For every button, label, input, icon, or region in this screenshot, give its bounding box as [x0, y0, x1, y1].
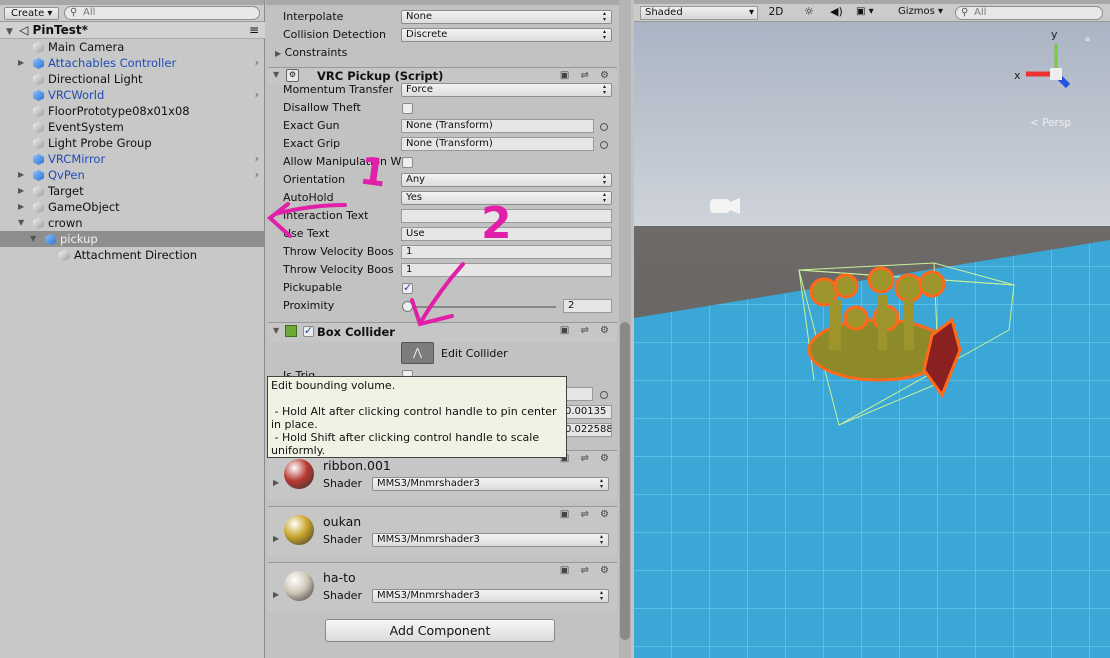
material-entry: ▶ ha-to ▣ ⇌ ⚙ Shader MMS3/Mnmrshader3 [268, 562, 617, 612]
annotation-arrows [266, 202, 465, 327]
material-preview [284, 459, 314, 489]
gizmos-label: Gizmos [898, 6, 935, 17]
material-entry: ▶ oukan ▣ ⇌ ⚙ Shader MMS3/Mnmrshader3 [268, 506, 617, 556]
material-preview [284, 571, 314, 601]
object-picker-icon[interactable] [600, 391, 608, 399]
material-preview [284, 515, 314, 545]
edit-collider-button[interactable]: ⋀ [401, 342, 434, 364]
axis-x-label: x [1014, 69, 1021, 82]
material-name: ribbon.001 [323, 458, 391, 473]
edit-collider-tooltip: Edit bounding volume. - Hold Alt after c… [267, 376, 567, 458]
size-z-field[interactable]: 0.022588 [563, 423, 612, 437]
shader-label: Shader [323, 477, 362, 490]
scene-viewport[interactable]: x y < Persp [634, 0, 1110, 658]
gizmos-dropdown[interactable]: Gizmos ▾ [898, 6, 943, 17]
search-icon: ⚲ [961, 7, 969, 18]
center-field-partial[interactable] [563, 387, 593, 401]
component-header-icons[interactable]: ▣ ⇌ ⚙ [560, 565, 613, 576]
annotation-arrow-down [410, 262, 465, 327]
persp-text: Persp [1042, 117, 1071, 129]
foldout-arrow-icon[interactable]: ▶ [273, 534, 279, 543]
edit-collider-icon: ⋀ [412, 346, 423, 359]
foldout-arrow-icon[interactable]: ▶ [273, 478, 279, 487]
material-name: oukan [323, 514, 362, 529]
audio-toggle-icon[interactable]: ◀) [830, 5, 843, 18]
search-placeholder: All [974, 7, 987, 18]
center-z-field[interactable]: 0.00135 [563, 405, 612, 419]
scene-view[interactable]: x y < Persp Shaded ▾ 2D ☼ ◀) ▣ ▾ Gizmos ▾… [634, 0, 1110, 658]
component-header-icons[interactable]: ▣ ⇌ ⚙ [560, 453, 613, 464]
lighting-toggle-icon[interactable]: ☼ [804, 5, 814, 18]
shader-dropdown[interactable]: MMS3/Mnmrshader3 [372, 533, 609, 547]
annotation-arrow-left [266, 202, 347, 238]
chevron-down-icon: ▾ [748, 7, 754, 18]
scrollbar-thumb[interactable] [620, 322, 630, 640]
material-name: ha-to [323, 570, 356, 585]
camera-gizmo-icon [710, 198, 740, 214]
persp-label[interactable]: < Persp [1030, 117, 1071, 129]
edit-collider-label: Edit Collider [441, 347, 508, 360]
effects-toggle-icon[interactable]: ▣ ▾ [856, 6, 874, 17]
scene-search-input[interactable]: ⚲ All [955, 6, 1103, 20]
lock-icon[interactable]: 🔒︎ [1085, 34, 1090, 44]
shader-dropdown[interactable]: MMS3/Mnmrshader3 [372, 477, 609, 491]
shader-label: Shader [323, 589, 362, 602]
axis-y-label: y [1051, 28, 1058, 41]
component-header-icons[interactable]: ▣ ⇌ ⚙ [560, 509, 613, 520]
is-trigger-label: Is Trig [283, 369, 316, 376]
2d-toggle[interactable]: 2D [764, 6, 788, 20]
add-component-button[interactable]: Add Component [325, 619, 555, 642]
foldout-arrow-icon[interactable]: ▶ [273, 590, 279, 599]
shader-dropdown[interactable]: MMS3/Mnmrshader3 [372, 589, 609, 603]
shader-label: Shader [323, 533, 362, 546]
